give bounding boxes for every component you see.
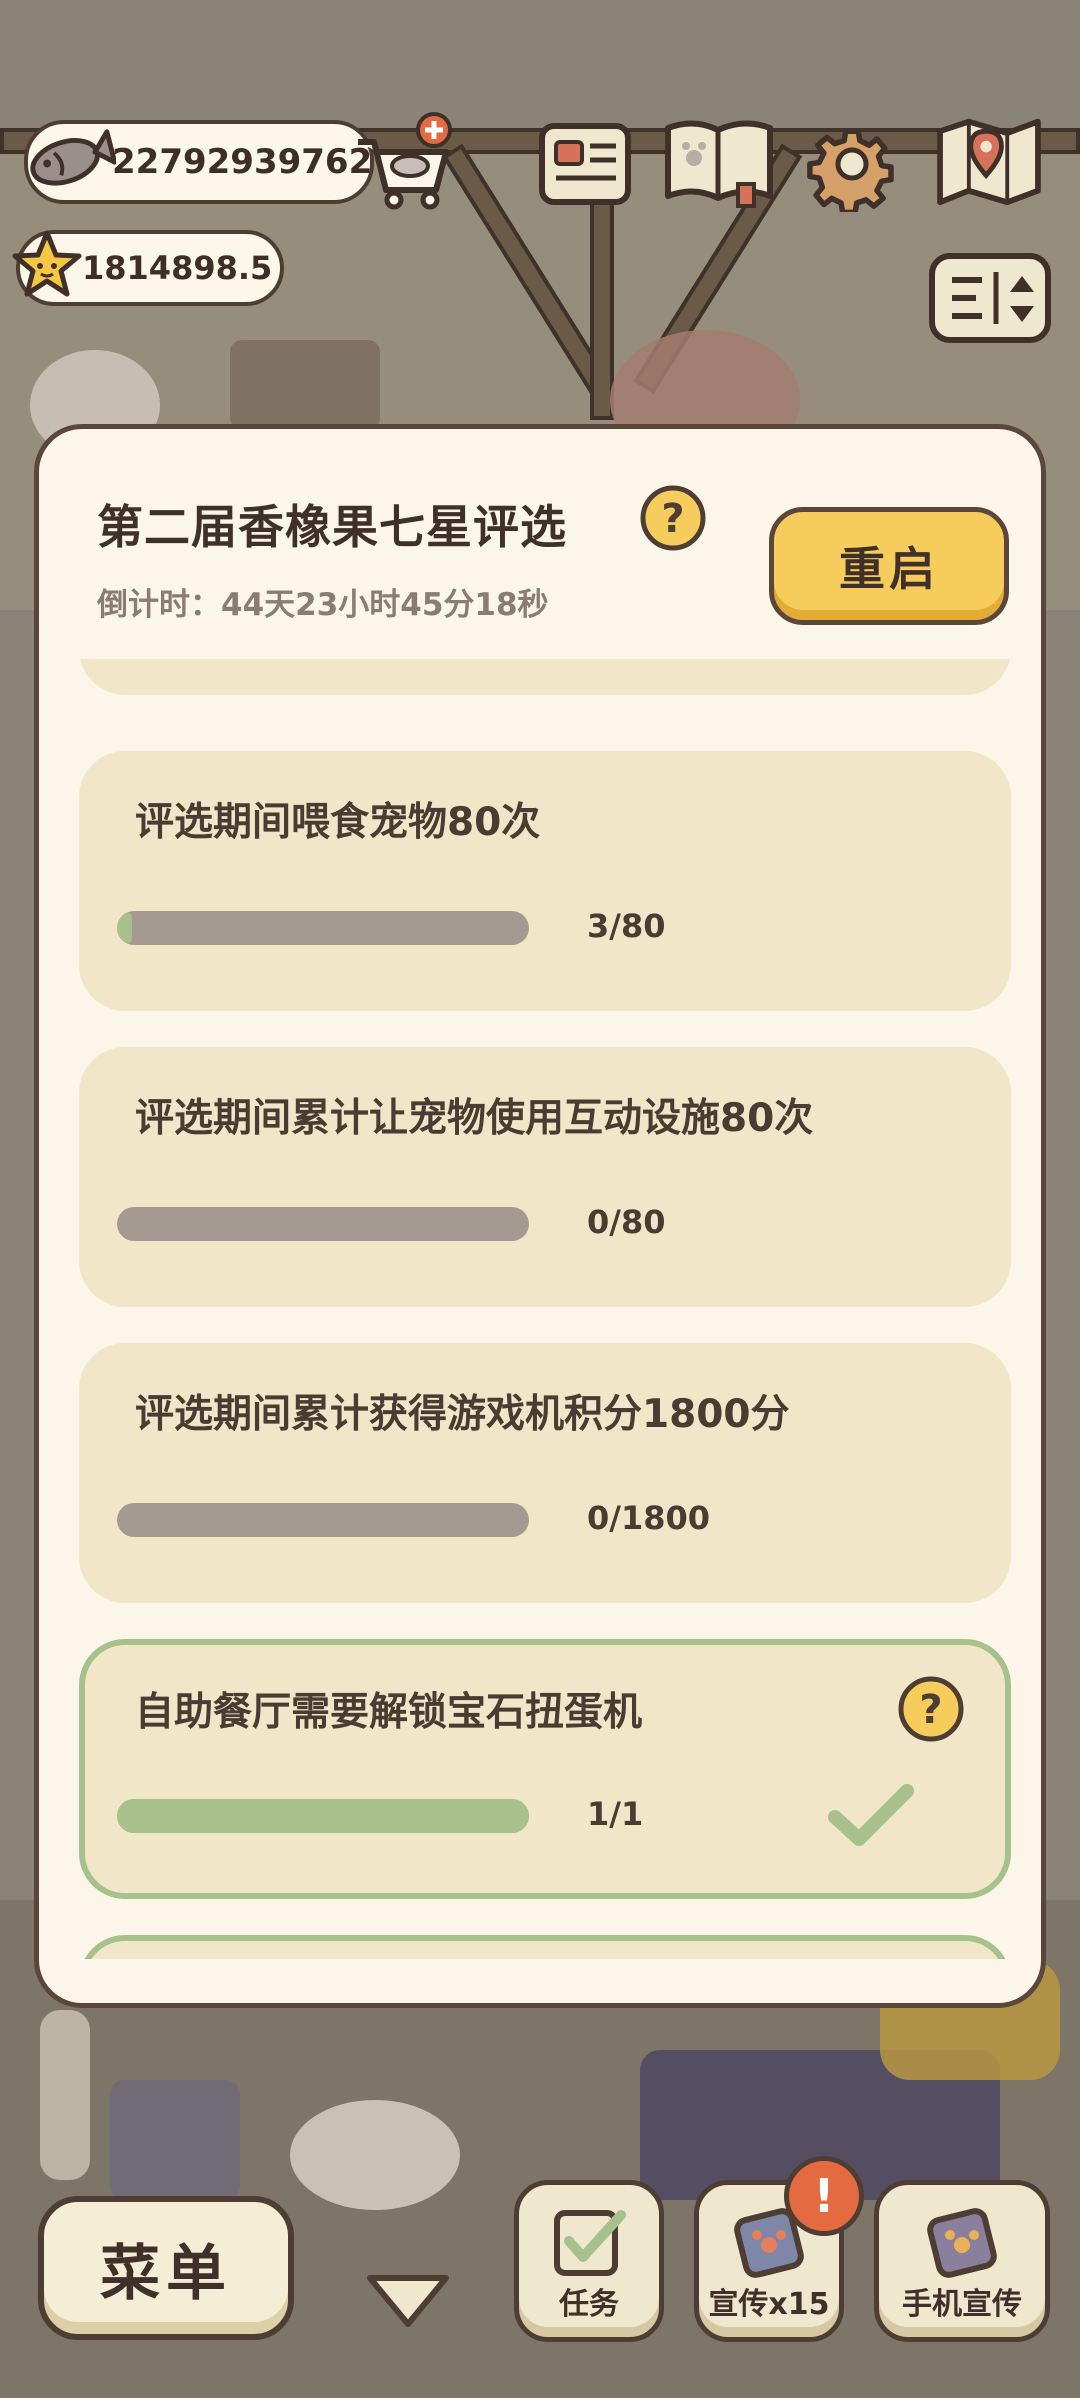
settings-gear-icon[interactable] xyxy=(800,116,904,212)
sort-toggle-icon[interactable] xyxy=(926,250,1054,346)
background-checkered-seat xyxy=(110,2080,240,2200)
task-progress-text: 0/80 xyxy=(587,1203,666,1241)
task-card-partial-bottom xyxy=(79,1935,1011,1959)
background-bench xyxy=(230,340,380,430)
alert-badge: ! xyxy=(784,2156,864,2236)
background-cow-rug xyxy=(290,2100,460,2210)
phone-promo-label: 手机宣传 xyxy=(902,2287,1022,2322)
task-list[interactable]: 评选期间喂食宠物80次 3/80 评选期间累计让宠物使用互动设施80次 0/80… xyxy=(79,659,1011,1959)
shop-cart-icon[interactable] xyxy=(352,112,456,212)
id-card-icon[interactable] xyxy=(536,118,640,214)
promo-label: 宣传x15 xyxy=(708,2287,830,2322)
fish-icon xyxy=(18,122,118,202)
checkmark-icon xyxy=(827,1781,915,1851)
task-card: 评选期间喂食宠物80次 3/80 xyxy=(79,751,1011,1011)
tasks-button[interactable]: 任务 xyxy=(514,2180,664,2342)
pet-book-icon[interactable] xyxy=(660,114,778,210)
modal-title: 第二届香橡果七星评选 xyxy=(97,500,567,554)
checklist-icon xyxy=(547,2201,631,2285)
task-card: 评选期间累计获得游戏机积分1800分 0/1800 xyxy=(79,1343,1011,1603)
star-currency-value: 1814898.5 xyxy=(82,249,273,287)
task-progress-bar xyxy=(117,1207,529,1241)
task-progress-text: 3/80 xyxy=(587,907,666,945)
task-progress-fill xyxy=(117,911,133,945)
task-card-partial-top xyxy=(79,659,1011,695)
evaluation-modal: 第二届香橡果七星评选 ? 倒计时：44天23小时45分18秒 重启 评选期间喂食… xyxy=(34,424,1046,2008)
svg-text:?: ? xyxy=(661,496,684,542)
task-progress-bar xyxy=(117,1503,529,1537)
phone-promo-icon xyxy=(920,2201,1004,2285)
task-progress-bar xyxy=(117,911,529,945)
map-icon[interactable] xyxy=(930,112,1048,208)
task-progress-fill xyxy=(117,1799,529,1833)
task-text: 评选期间喂食宠物80次 xyxy=(135,800,541,845)
countdown-timer: 倒计时：44天23小时45分18秒 xyxy=(97,587,549,623)
background-hourglass xyxy=(40,2010,90,2180)
help-icon[interactable]: ? xyxy=(639,484,707,552)
star-coin-icon xyxy=(10,228,84,302)
task-progress-bar xyxy=(117,1799,529,1833)
phone-promo-button[interactable]: 手机宣传 xyxy=(874,2180,1050,2342)
menu-button[interactable]: 菜单 xyxy=(38,2196,294,2340)
task-text: 自助餐厅需要解锁宝石扭蛋机 xyxy=(135,1690,643,1735)
task-text: 评选期间累计让宠物使用互动设施80次 xyxy=(135,1096,814,1141)
restart-button[interactable]: 重启 xyxy=(769,507,1009,625)
tasks-label: 任务 xyxy=(559,2287,619,2322)
task-progress-text: 1/1 xyxy=(587,1795,644,1833)
help-icon[interactable]: ? xyxy=(897,1675,965,1743)
svg-text:?: ? xyxy=(919,1687,942,1733)
fish-currency-value: 22792939762 xyxy=(112,142,373,182)
task-text: 评选期间累计获得游戏机积分1800分 xyxy=(135,1392,790,1437)
collapse-arrow-icon[interactable] xyxy=(362,2268,454,2332)
task-card: 评选期间累计让宠物使用互动设施80次 0/80 xyxy=(79,1047,1011,1307)
task-card-completed: 自助餐厅需要解锁宝石扭蛋机 ? 1/1 xyxy=(79,1639,1011,1899)
task-progress-text: 0/1800 xyxy=(587,1499,711,1537)
